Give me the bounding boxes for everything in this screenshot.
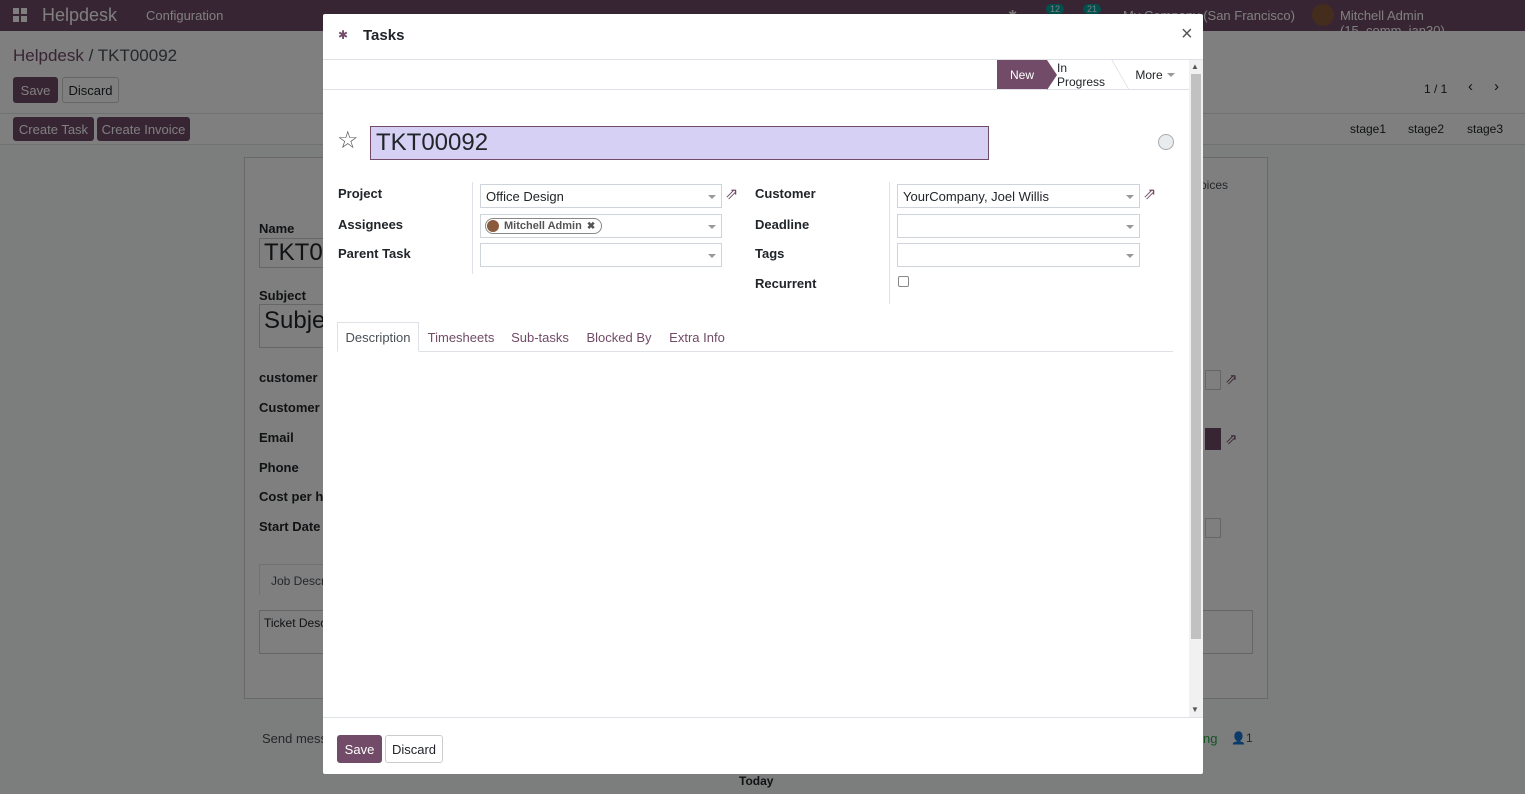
tab-blocked-by[interactable]: Blocked By <box>580 322 658 352</box>
group-divider <box>889 182 890 304</box>
scrollbar-thumb[interactable] <box>1191 74 1201 639</box>
task-name-input[interactable]: TKT00092 <box>370 126 989 160</box>
stage-divider <box>1111 60 1130 90</box>
dialog-discard-button[interactable]: Discard <box>385 735 443 763</box>
chevron-down-icon <box>1126 225 1134 229</box>
customer-label: Customer <box>755 186 816 201</box>
task-status-bar: New In Progress More <box>323 60 1189 90</box>
tab-description[interactable]: Description <box>337 322 419 352</box>
scroll-up-icon[interactable]: ▲ <box>1191 62 1199 71</box>
stage-arrow <box>1047 60 1057 90</box>
assignee-name: Mitchell Admin <box>504 220 582 232</box>
tasks-dialog: ✱ Tasks × New In Progress More ☆ TKT0009… <box>323 14 1203 774</box>
more-label: More <box>1135 67 1163 82</box>
stage-new[interactable]: New <box>997 60 1047 89</box>
dialog-save-button[interactable]: Save <box>337 735 382 763</box>
recurrent-label: Recurrent <box>755 276 817 291</box>
deadline-label: Deadline <box>755 217 810 232</box>
kanban-state-icon[interactable] <box>1158 134 1174 150</box>
task-tabs: Description Timesheets Sub-tasks Blocked… <box>337 322 1173 352</box>
bug-icon: ✱ <box>338 28 349 42</box>
remove-tag-icon[interactable]: ✖ <box>587 221 595 232</box>
star-icon[interactable]: ☆ <box>337 126 359 155</box>
stage-in-progress[interactable]: In Progress <box>1057 60 1112 89</box>
tab-sub-tasks[interactable]: Sub-tasks <box>503 322 577 352</box>
dialog-body: New In Progress More ☆ TKT00092 Project … <box>323 60 1203 717</box>
assignees-field[interactable]: Mitchell Admin ✖ <box>480 214 722 238</box>
chevron-down-icon <box>1126 254 1134 258</box>
tags-field[interactable] <box>897 243 1140 267</box>
chevron-down-icon <box>708 225 716 229</box>
tags-label: Tags <box>755 246 785 261</box>
assignee-tag: Mitchell Admin ✖ <box>485 218 603 234</box>
assignees-label: Assignees <box>338 217 404 232</box>
close-icon[interactable]: × <box>1181 23 1193 46</box>
parent-task-label: Parent Task <box>338 246 411 261</box>
project-value: Office Design <box>486 188 564 204</box>
stage-more[interactable]: More <box>1129 60 1181 89</box>
chevron-down-icon <box>1126 195 1134 199</box>
tab-extra-info[interactable]: Extra Info <box>662 322 732 352</box>
customer-field[interactable]: YourCompany, Joel Willis <box>897 184 1140 208</box>
chevron-down-icon <box>1166 72 1175 77</box>
scroll-down-icon[interactable]: ▼ <box>1191 705 1199 714</box>
external-link-icon[interactable]: ⇗ <box>725 184 738 204</box>
tab-timesheets[interactable]: Timesheets <box>421 322 501 352</box>
chevron-down-icon <box>708 254 716 258</box>
project-label: Project <box>338 186 383 201</box>
dialog-header: ✱ Tasks × <box>323 14 1203 60</box>
project-field[interactable]: Office Design <box>480 184 722 208</box>
parent-task-field[interactable] <box>480 243 722 267</box>
deadline-field[interactable] <box>897 214 1140 238</box>
recurrent-checkbox[interactable] <box>898 276 909 287</box>
chevron-down-icon <box>708 195 716 199</box>
group-divider <box>472 182 473 274</box>
description-editor[interactable] <box>337 356 1173 696</box>
external-link-icon[interactable]: ⇗ <box>1143 184 1156 204</box>
dialog-title: Tasks <box>363 27 405 44</box>
customer-value: YourCompany, Joel Willis <box>903 188 1049 204</box>
avatar <box>487 220 499 232</box>
dialog-footer: Save Discard <box>323 717 1203 774</box>
